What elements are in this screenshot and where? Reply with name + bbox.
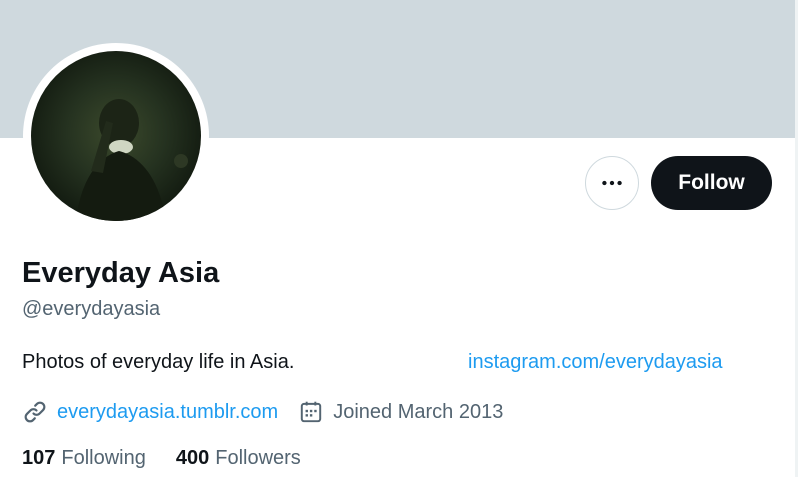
follow-button[interactable]: Follow (651, 156, 772, 210)
website-item: everydayasia.tumblr.com (22, 399, 278, 425)
joined-date: Joined March 2013 (333, 400, 504, 423)
profile-meta: everydayasia.tumblr.com Joined March 201… (22, 398, 503, 426)
followers-label: Followers (215, 447, 301, 469)
avatar-frame (23, 43, 209, 229)
followers-count: 400 (175, 447, 210, 469)
avatar[interactable] (31, 51, 201, 221)
avatar-photo (76, 99, 188, 221)
user-handle: @everydayasia (22, 298, 161, 320)
calendar-icon (298, 399, 324, 425)
following-stat[interactable]: 107 Following (22, 447, 146, 470)
followers-stat[interactable]: 400 Followers (176, 447, 301, 470)
following-count: 107 (22, 447, 56, 469)
stats-spacer (146, 447, 176, 470)
follow-stats: 107 Following 400 Followers (22, 447, 301, 470)
link-icon (22, 399, 48, 425)
more-horizontal-icon (602, 180, 622, 186)
bio-instagram-link[interactable]: instagram.com/everydayasia (468, 351, 723, 374)
display-name: Everyday Asia (22, 257, 220, 289)
joined-item: Joined March 2013 (298, 399, 503, 425)
following-label: Following (61, 447, 146, 469)
more-options-button[interactable] (585, 156, 639, 210)
website-link[interactable]: everydayasia.tumblr.com (57, 401, 278, 424)
bio-text: Photos of everyday life in Asia. (22, 351, 295, 373)
